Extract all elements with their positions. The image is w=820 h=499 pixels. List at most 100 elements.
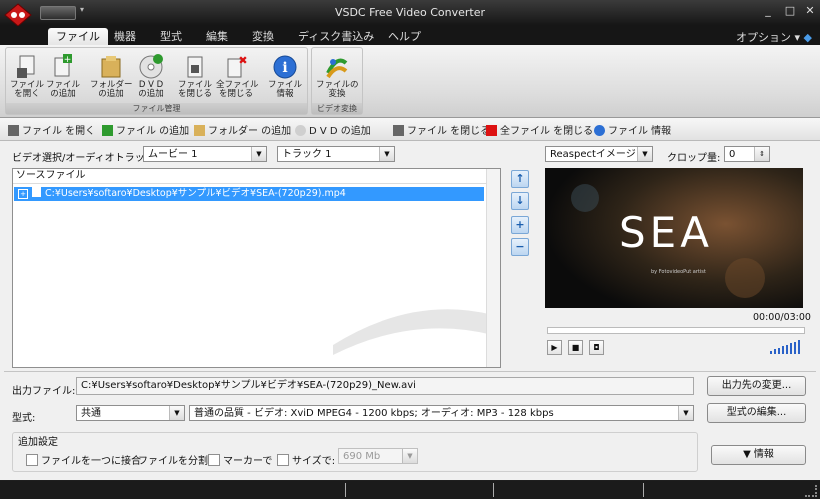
open-file-label: ファイル を開く xyxy=(10,80,45,99)
add-file-label: ファイル の追加 xyxy=(46,80,81,99)
folder-icon xyxy=(98,53,124,81)
chevron-down-icon[interactable]: ▼ xyxy=(169,406,184,420)
convert-files-button[interactable]: ファイルの 変換 xyxy=(316,53,359,105)
ribbon-group-label: ファイル管理 xyxy=(6,103,307,114)
video-select-value: ムービー 1 xyxy=(148,149,198,160)
toolbar-file-info[interactable]: ファイル 情報 xyxy=(594,122,671,137)
add-item-button[interactable]: + xyxy=(511,216,529,234)
close-file-icon xyxy=(182,53,208,81)
tab-help[interactable]: ヘルプ xyxy=(380,28,429,46)
minimize-button[interactable]: _ xyxy=(760,4,776,18)
format-category-select[interactable]: 共通 ▼ xyxy=(76,405,185,421)
file-info-button[interactable]: i ファイル 情報 xyxy=(268,53,302,105)
close-all-icon: ✖ xyxy=(223,53,249,81)
audio-track-select[interactable]: トラック 1 ▼ xyxy=(277,146,395,162)
convert-files-label: ファイルの 変換 xyxy=(316,80,359,99)
chevron-down-icon[interactable]: ▼ xyxy=(402,449,417,463)
help-icon[interactable]: ◆ xyxy=(804,31,812,44)
convert-icon xyxy=(324,53,350,81)
add-dvd-label: D V D の追加 xyxy=(138,80,164,99)
tab-edit[interactable]: 編集 xyxy=(198,28,236,46)
chevron-down-icon[interactable]: ▼ xyxy=(678,406,693,420)
move-down-button[interactable]: ↓ xyxy=(511,192,529,210)
crop-value: 0 xyxy=(729,149,736,160)
edit-format-button[interactable]: 型式の編集... xyxy=(707,403,806,423)
video-frame-title: SEA xyxy=(619,208,713,257)
ribbon-tabs: ファイル 機器 型式 編集 変換 ディスク書込み ヘルプ オプション ▾ ◆ xyxy=(0,26,820,46)
split-by-size-option[interactable]: サイズで: xyxy=(277,452,335,467)
split-by-marker-checkbox[interactable] xyxy=(208,454,220,466)
fullscreen-button[interactable]: ◘ xyxy=(589,340,604,355)
tab-format[interactable]: 型式 xyxy=(152,28,190,46)
time-display: 00:00/03:00 xyxy=(753,312,811,323)
stop-button[interactable]: ■ xyxy=(568,340,583,355)
output-path-field[interactable]: C:¥Users¥softaro¥Desktop¥サンプル¥ビデオ¥SEA-(7… xyxy=(76,377,694,395)
title-bar: ▾ VSDC Free Video Converter _ □ ✕ xyxy=(0,0,820,27)
split-size-select[interactable]: 690 Mb ▼ xyxy=(338,448,418,464)
resize-grip-icon[interactable] xyxy=(805,485,817,497)
info-toggle-button[interactable]: ▼ 情報 xyxy=(711,445,806,465)
video-select[interactable]: ムービー 1 ▼ xyxy=(143,146,267,162)
toolbar-close-all[interactable]: 全ファイル を閉じる xyxy=(486,122,593,137)
crop-label: クロップ量: xyxy=(667,153,721,164)
ribbon-group-video-convert: ファイルの 変換 ビデオ変換 xyxy=(311,47,363,115)
source-file-list[interactable]: ソースファイル + C:¥Users¥softaro¥Desktop¥サンプル¥ビ… xyxy=(12,168,501,368)
tab-disc-burn[interactable]: ディスク書込み xyxy=(290,28,382,46)
volume-icon[interactable] xyxy=(770,340,804,354)
file-info-label: ファイル 情報 xyxy=(268,80,303,99)
video-preview: SEA by FotovideoPut artist xyxy=(545,168,803,308)
add-file-icon: + xyxy=(50,53,76,81)
join-files-option[interactable]: ファイルを一つに接合 xyxy=(26,452,141,467)
restore-button[interactable]: □ xyxy=(782,4,798,18)
format-preset-select[interactable]: 普通の品質 - ビデオ: XviD MPEG4 - 1200 kbps; オーデ… xyxy=(189,405,694,421)
toolbar-close-file[interactable]: ファイル を閉じる xyxy=(393,122,490,137)
audio-track-value: トラック 1 xyxy=(282,149,332,160)
list-item[interactable]: + C:¥Users¥softaro¥Desktop¥サンプル¥ビデオ¥SEA-(… xyxy=(14,187,484,201)
toolbar-add-folder[interactable]: フォルダー の追加 xyxy=(194,122,291,137)
toolbar-add-file[interactable]: ファイル の追加 xyxy=(102,122,189,137)
play-button[interactable]: ▶ xyxy=(547,340,562,355)
join-files-checkbox[interactable] xyxy=(26,454,38,466)
close-button[interactable]: ✕ xyxy=(802,4,818,18)
source-list-scrollbar[interactable] xyxy=(486,169,500,367)
chevron-down-icon[interactable]: ▼ xyxy=(637,147,652,161)
crop-stepper[interactable]: 0 ⇕ xyxy=(724,146,770,162)
close-all-files-button[interactable]: ✖ 全ファイル を閉じる xyxy=(216,53,259,105)
move-up-button[interactable]: ↑ xyxy=(511,170,529,188)
stepper-icon[interactable]: ⇕ xyxy=(754,147,769,161)
add-folder-label: フォルダー の追加 xyxy=(90,80,133,99)
ribbon-group-file-management: ファイル を開く + ファイル の追加 フォルダー の追加 D V D の追加 … xyxy=(5,47,308,115)
split-by-marker-option[interactable]: マーカーで xyxy=(208,452,272,467)
options-menu[interactable]: オプション ▾ ◆ xyxy=(736,29,812,45)
expand-icon[interactable]: + xyxy=(18,189,28,199)
change-output-button[interactable]: 出力先の変更... xyxy=(707,376,806,396)
options-label: オプション ▾ xyxy=(736,31,801,44)
additional-settings-title: 追加設定 xyxy=(18,437,58,448)
svg-text:✖: ✖ xyxy=(238,54,247,67)
open-file-button[interactable]: ファイル を開く xyxy=(10,53,44,105)
toolbar-file-info-label: ファイル 情報 xyxy=(608,126,672,137)
seek-bar[interactable] xyxy=(547,327,805,334)
add-file-button[interactable]: + ファイル の追加 xyxy=(46,53,80,105)
tab-file[interactable]: ファイル xyxy=(48,28,108,46)
tab-devices[interactable]: 機器 xyxy=(106,28,144,46)
remove-item-button[interactable]: − xyxy=(511,238,529,256)
aspect-select-value: Reaspectイメージ xyxy=(550,149,636,160)
close-file-button[interactable]: ファイル を閉じる xyxy=(178,53,212,105)
close-all-icon xyxy=(486,125,497,136)
chevron-down-icon[interactable]: ▼ xyxy=(379,147,394,161)
status-bar xyxy=(0,481,820,499)
window-title: VSDC Free Video Converter xyxy=(334,6,486,19)
split-by-size-checkbox[interactable] xyxy=(277,454,289,466)
toolbar-add-dvd[interactable]: D V D の追加 xyxy=(295,122,371,137)
chevron-down-icon[interactable]: ▼ xyxy=(251,147,266,161)
add-folder-button[interactable]: フォルダー の追加 xyxy=(90,53,133,105)
toolbar-open-file[interactable]: ファイル を開く xyxy=(8,122,95,137)
aspect-select[interactable]: Reaspectイメージ ▼ xyxy=(545,146,653,162)
toolbar-add-folder-label: フォルダー の追加 xyxy=(208,126,292,137)
toolbar-open-file-label: ファイル を開く xyxy=(22,126,96,137)
track-label: ビデオ選択/オーディオトラック: xyxy=(12,153,159,164)
svg-text:i: i xyxy=(282,60,287,76)
tab-convert[interactable]: 変換 xyxy=(244,28,282,46)
add-dvd-button[interactable]: D V D の追加 xyxy=(134,53,168,105)
